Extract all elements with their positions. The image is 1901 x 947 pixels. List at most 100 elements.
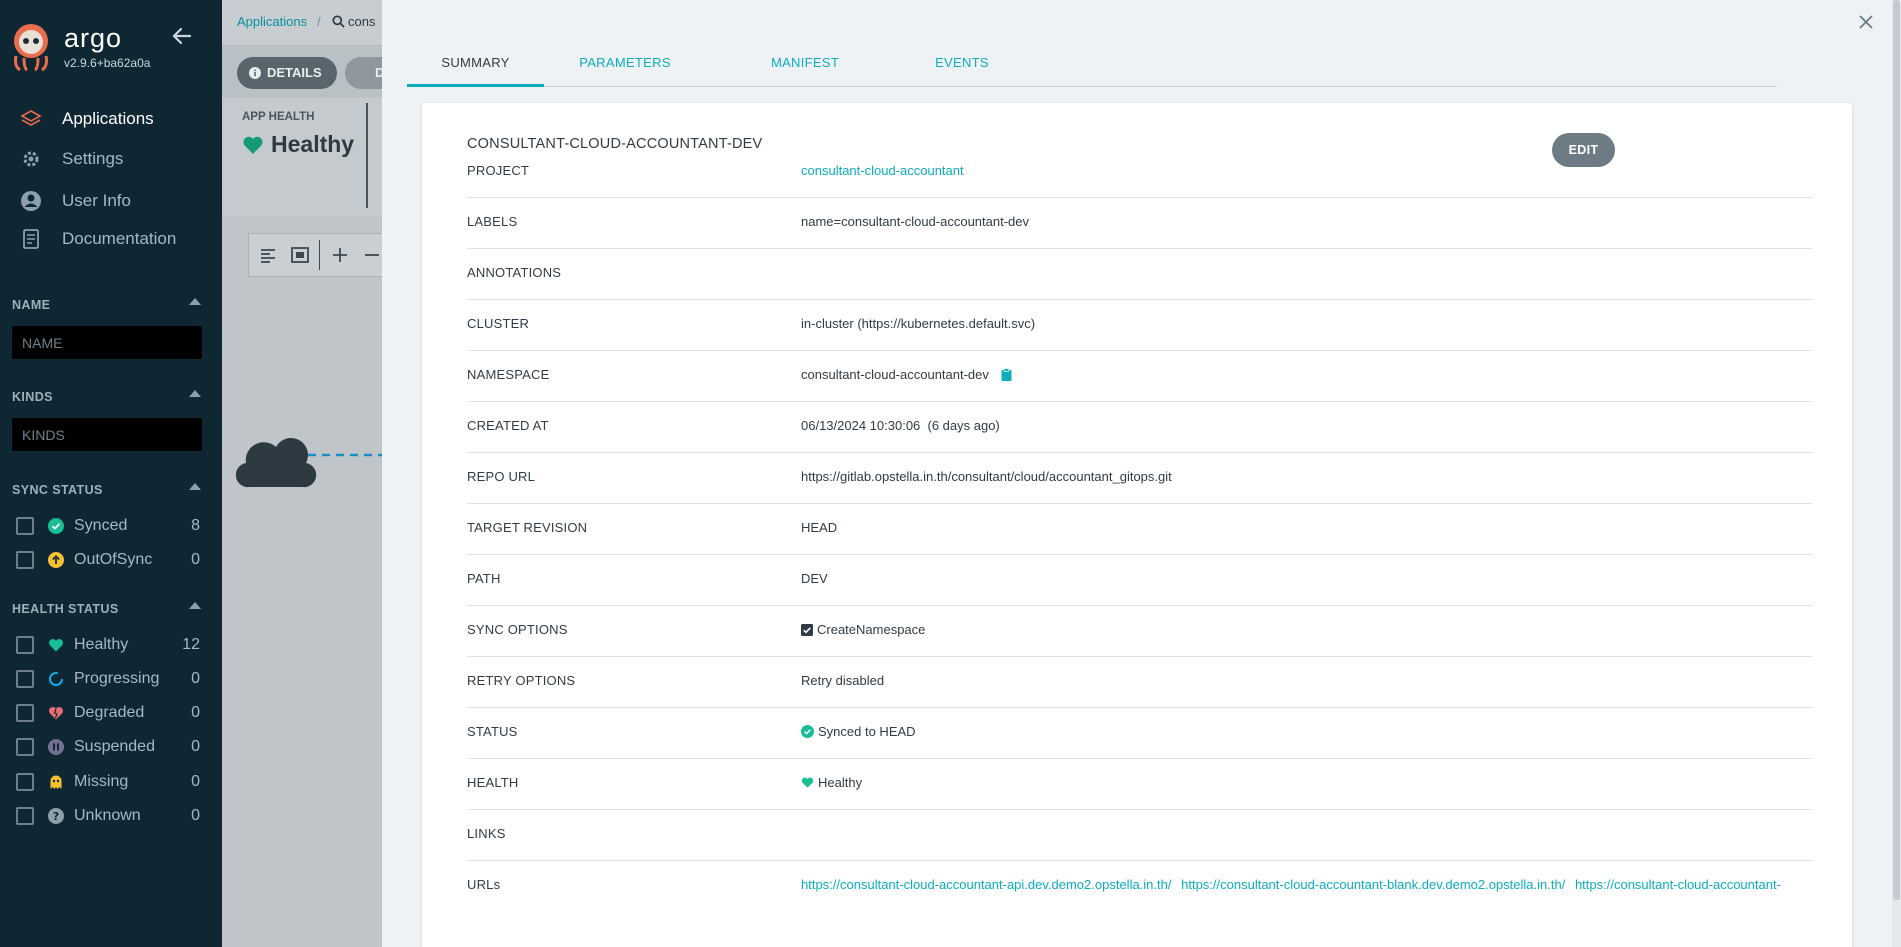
checkbox[interactable] xyxy=(16,636,34,654)
row-project: PROJECT consultant-cloud-accountant xyxy=(467,147,1812,198)
row-label: CREATED AT xyxy=(467,418,549,433)
filter-label: Suspended xyxy=(74,738,155,755)
row-target-revision: TARGET REVISION HEAD xyxy=(467,504,1812,555)
tab-events[interactable]: EVENTS xyxy=(927,55,997,87)
heart-icon xyxy=(49,639,63,652)
copy-clipboard-icon[interactable] xyxy=(1001,368,1012,381)
filter-label: Healthy xyxy=(74,636,129,653)
name-filter-input[interactable] xyxy=(12,326,202,359)
app-version: v2.9.6+ba62a0a xyxy=(64,56,151,70)
tab-manifest[interactable]: MANIFEST xyxy=(760,55,850,87)
fit-view-icon[interactable] xyxy=(289,244,311,266)
filter-synced[interactable]: Synced 8 xyxy=(16,514,206,538)
name-filter-collapse-icon[interactable] xyxy=(189,298,201,305)
checkbox[interactable] xyxy=(16,738,34,756)
pause-icon xyxy=(48,739,64,755)
close-icon[interactable] xyxy=(1854,10,1878,34)
health-status-collapse-icon[interactable] xyxy=(189,602,201,609)
url-link[interactable]: https://consultant-cloud-accountant- xyxy=(1575,877,1781,892)
health-value: Healthy xyxy=(818,775,863,790)
repo-url-value[interactable]: https://gitlab.opstella.in.th/consultant… xyxy=(801,469,1172,484)
nav-applications[interactable]: Applications xyxy=(0,101,222,135)
filter-degraded[interactable]: Degraded 0 xyxy=(16,701,206,725)
sync-status-collapse-icon[interactable] xyxy=(189,483,201,490)
diff-button[interactable]: D xyxy=(345,57,382,89)
filter-count: 0 xyxy=(191,670,200,687)
app-health-value: Healthy xyxy=(271,131,355,157)
row-label: SYNC OPTIONS xyxy=(467,622,568,637)
broken-heart-icon xyxy=(49,707,63,720)
filter-progressing[interactable]: Progressing 0 xyxy=(16,667,206,691)
panel-tabs: SUMMARY PARAMETERS MANIFEST EVENTS xyxy=(407,52,1777,87)
filter-label: Missing xyxy=(74,773,129,790)
namespace-value-wrap: consultant-cloud-accountant-dev xyxy=(801,367,1012,382)
details-button[interactable]: DETAILS xyxy=(237,57,337,89)
nav-documentation[interactable]: Documentation xyxy=(0,221,222,255)
filter-suspended[interactable]: Suspended 0 xyxy=(16,735,206,759)
breadcrumb-app-search[interactable]: cons xyxy=(348,14,375,29)
health-status-filter-title: HEALTH STATUS xyxy=(12,602,119,616)
checkbox[interactable] xyxy=(16,807,34,825)
row-label: REPO URL xyxy=(467,469,536,484)
sidebar: argo v2.9.6+ba62a0a Applications Setting… xyxy=(0,0,222,947)
tab-parameters[interactable]: PARAMETERS xyxy=(570,55,680,87)
breadcrumb-applications[interactable]: Applications xyxy=(237,14,307,29)
filter-label: Degraded xyxy=(74,704,145,721)
kinds-filter-collapse-icon[interactable] xyxy=(189,390,201,397)
checked-checkbox-icon[interactable] xyxy=(801,624,813,636)
scrollbar-thumb[interactable] xyxy=(1893,0,1900,900)
project-link[interactable]: consultant-cloud-accountant xyxy=(801,163,964,178)
collapse-sidebar-arrow-icon[interactable] xyxy=(170,24,194,48)
filter-unknown[interactable]: ? Unknown 0 xyxy=(16,804,206,828)
app-health-card: APP HEALTH Healthy xyxy=(222,98,382,216)
tab-summary[interactable]: SUMMARY xyxy=(407,55,544,87)
filter-missing[interactable]: Missing 0 xyxy=(16,770,206,794)
cloud-node-icon[interactable] xyxy=(236,425,382,490)
argo-octopus-logo xyxy=(14,24,48,72)
checkbox[interactable] xyxy=(16,704,34,722)
checkbox[interactable] xyxy=(16,551,34,569)
heart-icon xyxy=(243,136,263,154)
urls-list: https://consultant-cloud-accountant-api.… xyxy=(801,877,1812,892)
application-details-panel: SUMMARY PARAMETERS MANIFEST EVENTS CONSU… xyxy=(382,0,1901,947)
status-value-wrap: Synced to HEAD xyxy=(801,724,916,739)
filter-label: Synced xyxy=(74,517,128,534)
zoom-in-icon[interactable] xyxy=(329,244,351,266)
filter-healthy[interactable]: Healthy 12 xyxy=(16,633,206,657)
filter-count: 0 xyxy=(191,551,200,568)
checkbox[interactable] xyxy=(16,517,34,535)
application-details-background: Applications / cons DETAILS D APP HEALTH… xyxy=(222,0,382,947)
breadcrumb-separator: / xyxy=(317,14,321,29)
filter-out-of-sync[interactable]: OutOfSync 0 xyxy=(16,548,206,572)
row-label: HEALTH xyxy=(467,775,519,790)
filter-label: OutOfSync xyxy=(74,551,153,568)
synced-icon xyxy=(801,725,814,738)
url-link[interactable]: https://consultant-cloud-accountant-api.… xyxy=(801,877,1171,892)
top-bar: Applications / cons xyxy=(222,0,382,46)
sync-options-value-wrap: CreateNamespace xyxy=(801,622,925,637)
synced-icon xyxy=(48,518,64,534)
kinds-filter-title: KINDS xyxy=(12,390,53,404)
gear-icon xyxy=(23,151,39,167)
kinds-filter-input[interactable] xyxy=(12,418,202,451)
panel-scrollbar[interactable] xyxy=(1892,0,1901,947)
row-sync-options: SYNC OPTIONS CreateNamespace xyxy=(467,606,1812,657)
progressing-icon xyxy=(49,672,63,686)
url-link[interactable]: https://consultant-cloud-accountant-blan… xyxy=(1181,877,1565,892)
row-links: LINKS xyxy=(467,810,1812,861)
row-repo-url: REPO URL https://gitlab.opstella.in.th/c… xyxy=(467,453,1812,504)
row-retry-options: RETRY OPTIONS Retry disabled xyxy=(467,657,1812,708)
filter-count: 12 xyxy=(182,636,200,653)
checkbox[interactable] xyxy=(16,670,34,688)
align-left-icon[interactable] xyxy=(257,244,279,266)
sync-option-label: CreateNamespace xyxy=(817,622,926,637)
nav-user-info[interactable]: User Info xyxy=(0,183,222,217)
nav-label: Documentation xyxy=(62,229,177,248)
row-label: LABELS xyxy=(467,214,518,229)
nav-settings[interactable]: Settings xyxy=(0,141,222,175)
checkbox[interactable] xyxy=(16,773,34,791)
zoom-out-icon[interactable] xyxy=(361,244,382,266)
graph-toolbar xyxy=(248,233,382,277)
row-label: RETRY OPTIONS xyxy=(467,673,576,688)
health-value-wrap: Healthy xyxy=(801,775,862,790)
